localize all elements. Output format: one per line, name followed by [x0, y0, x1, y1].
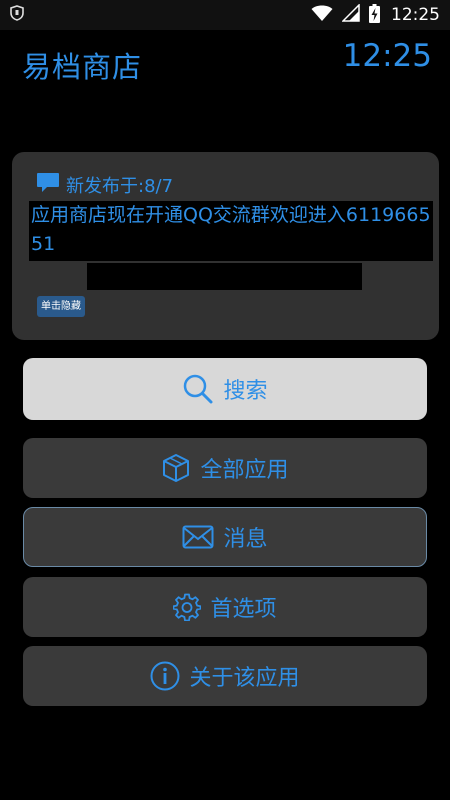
preferences-button[interactable]: 首选项 [23, 577, 427, 637]
about-button[interactable]: 关于该应用 [23, 646, 427, 706]
notice-card: 新发布于:8/7 应用商店现在开通QQ交流群欢迎进入611966551 单击隐藏 [12, 152, 439, 340]
notice-date: 新发布于:8/7 [66, 176, 174, 197]
notice-header: 新发布于:8/7 [36, 172, 173, 198]
status-bar: 12:25 [0, 0, 450, 30]
battery-charging-icon [369, 3, 380, 27]
header-clock: 12:25 [342, 38, 432, 74]
gear-icon [173, 593, 202, 621]
signal-icon [341, 3, 360, 26]
chat-bubble-icon [36, 172, 60, 198]
all-apps-button[interactable]: 全部应用 [23, 438, 427, 498]
preferences-label: 首选项 [210, 596, 277, 621]
messages-button[interactable]: 消息 [23, 507, 427, 567]
status-bar-left [10, 5, 24, 25]
envelope-icon [182, 525, 214, 549]
all-apps-label: 全部应用 [200, 457, 289, 482]
notice-message: 应用商店现在开通QQ交流群欢迎进入611966551 [29, 201, 433, 261]
shield-icon [10, 5, 24, 25]
app-title: 易档商店 [22, 50, 143, 84]
notice-placeholder-bar [87, 263, 362, 290]
status-bar-right: 12:25 [311, 3, 440, 27]
about-label: 关于该应用 [189, 665, 300, 690]
search-label: 搜索 [223, 378, 268, 403]
wifi-icon [311, 5, 333, 26]
search-icon [182, 373, 214, 405]
search-button[interactable]: 搜索 [23, 358, 427, 420]
box-icon [161, 453, 191, 483]
hide-notice-button[interactable]: 单击隐藏 [37, 296, 85, 317]
messages-label: 消息 [223, 526, 268, 551]
info-icon [150, 661, 180, 691]
status-time: 12:25 [391, 5, 440, 25]
